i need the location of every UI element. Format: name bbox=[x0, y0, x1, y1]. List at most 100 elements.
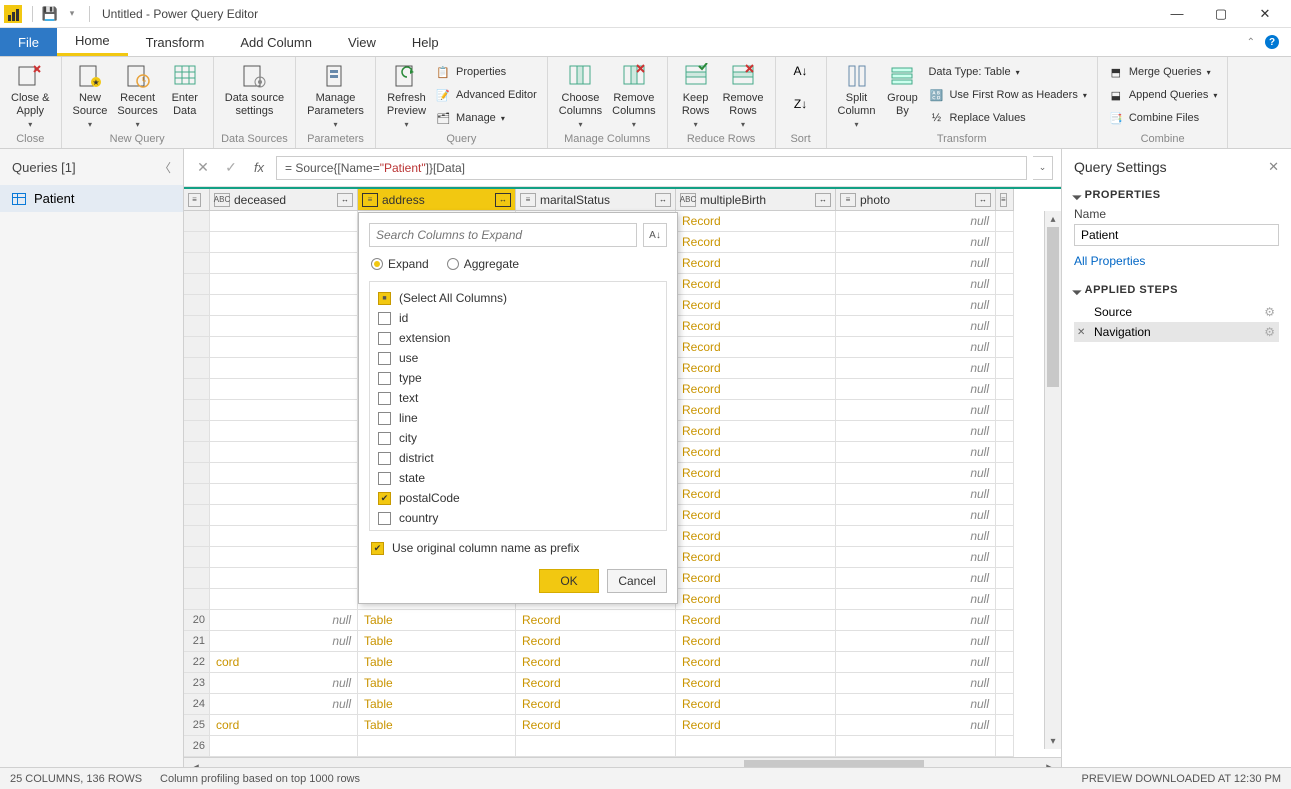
delete-step-icon[interactable]: ✕ bbox=[1077, 327, 1085, 338]
checkbox-city[interactable]: city bbox=[372, 428, 664, 448]
table-row[interactable]: 22cordTableRecordRecordnull bbox=[184, 652, 1061, 673]
expand-search-input[interactable] bbox=[369, 223, 637, 247]
split-column-button[interactable]: Split Column▾ bbox=[833, 59, 881, 129]
sort-desc-button[interactable]: Z↓ bbox=[782, 92, 820, 113]
column-header-deceased[interactable]: ABCdeceased↔ bbox=[210, 189, 358, 211]
collapse-queries-icon[interactable]: 〈 bbox=[159, 159, 171, 176]
radio-expand[interactable]: Expand bbox=[371, 257, 429, 271]
properties-section[interactable]: PROPERTIES bbox=[1074, 189, 1279, 201]
close-button[interactable]: ✕ bbox=[1243, 0, 1287, 28]
checkbox-district[interactable]: district bbox=[372, 448, 664, 468]
gear-icon[interactable]: ⚙ bbox=[1264, 325, 1275, 339]
checkbox-use[interactable]: use bbox=[372, 348, 664, 368]
checkbox-extension[interactable]: extension bbox=[372, 328, 664, 348]
formula-cancel-icon[interactable]: ✕ bbox=[192, 157, 214, 179]
table-row[interactable]: 23nullTableRecordRecordnull bbox=[184, 673, 1061, 694]
cancel-button[interactable]: Cancel bbox=[607, 569, 667, 593]
table-row[interactable]: 25cordTableRecordRecordnull bbox=[184, 715, 1061, 736]
applied-steps-section[interactable]: APPLIED STEPS bbox=[1074, 284, 1279, 296]
group-by-button[interactable]: Group By bbox=[880, 59, 924, 118]
enter-data-button[interactable]: Enter Data bbox=[163, 59, 207, 118]
expand-icon[interactable]: ↔ bbox=[975, 193, 991, 207]
data-source-settings-button[interactable]: Data source settings bbox=[220, 59, 289, 118]
quick-access-toolbar: 💾 ▾ bbox=[28, 5, 94, 23]
fx-icon[interactable]: fx bbox=[248, 157, 270, 179]
checkbox-state[interactable]: state bbox=[372, 468, 664, 488]
first-row-headers-button[interactable]: 🔠Use First Row as Headers ▾ bbox=[928, 85, 1086, 105]
expand-columns-popup: A↓ Expand Aggregate (Select All Columns)… bbox=[358, 212, 678, 604]
gear-icon[interactable]: ⚙ bbox=[1264, 305, 1275, 319]
tab-add-column[interactable]: Add Column bbox=[222, 28, 330, 56]
table-row[interactable]: 20nullTableRecordRecordnull bbox=[184, 610, 1061, 631]
keep-rows-button[interactable]: Keep Rows▾ bbox=[674, 59, 718, 129]
sort-columns-icon[interactable]: A↓ bbox=[643, 223, 667, 247]
expand-icon[interactable]: ↔ bbox=[655, 193, 671, 207]
sort-asc-button[interactable]: A↓ bbox=[782, 59, 820, 80]
append-queries-button[interactable]: ⬓Append Queries ▾ bbox=[1108, 85, 1218, 105]
formula-confirm-icon[interactable]: ✓ bbox=[220, 157, 242, 179]
checkbox-type[interactable]: type bbox=[372, 368, 664, 388]
expand-icon[interactable]: ↔ bbox=[337, 193, 353, 207]
query-item-patient[interactable]: Patient bbox=[0, 185, 183, 212]
checkbox-text[interactable]: text bbox=[372, 388, 664, 408]
new-source-button[interactable]: ★New Source▾ bbox=[68, 59, 113, 129]
table-row[interactable]: 24nullTableRecordRecordnull bbox=[184, 694, 1061, 715]
tab-transform[interactable]: Transform bbox=[128, 28, 223, 56]
tab-file[interactable]: File bbox=[0, 28, 57, 56]
recent-sources-button[interactable]: Recent Sources▾ bbox=[112, 59, 162, 129]
manage-parameters-button[interactable]: Manage Parameters▾ bbox=[302, 59, 369, 129]
manage-button[interactable]: 🗂Manage ▾ bbox=[435, 108, 537, 128]
replace-values-button[interactable]: ½Replace Values bbox=[928, 108, 1086, 128]
expand-icon[interactable]: ↔ bbox=[815, 193, 831, 207]
collapse-ribbon-icon[interactable]: ⌃ bbox=[1247, 37, 1255, 48]
merge-queries-button[interactable]: ⬒Merge Queries ▾ bbox=[1108, 62, 1218, 82]
data-type-button[interactable]: Data Type: Table ▾ bbox=[928, 62, 1086, 82]
checkbox-period[interactable]: period bbox=[372, 528, 664, 531]
remove-rows-button[interactable]: Remove Rows▾ bbox=[718, 59, 769, 129]
checkbox-country[interactable]: country bbox=[372, 508, 664, 528]
ok-button[interactable]: OK bbox=[539, 569, 599, 593]
column-header-photo[interactable]: ≡photo↔ bbox=[836, 189, 996, 211]
checkbox-id[interactable]: id bbox=[372, 308, 664, 328]
close-settings-icon[interactable]: ✕ bbox=[1268, 159, 1279, 175]
table-row[interactable]: 26 bbox=[184, 736, 1061, 757]
vertical-scrollbar[interactable]: ▴ ▾ bbox=[1044, 211, 1061, 749]
advanced-editor-button[interactable]: 📝Advanced Editor bbox=[435, 85, 537, 105]
step-navigation[interactable]: ✕Navigation⚙ bbox=[1074, 322, 1279, 342]
all-properties-link[interactable]: All Properties bbox=[1074, 254, 1279, 268]
minimize-button[interactable]: — bbox=[1155, 0, 1199, 28]
save-icon[interactable]: 💾 bbox=[41, 5, 59, 23]
tab-home[interactable]: Home bbox=[57, 28, 128, 56]
refresh-preview-button[interactable]: Refresh Preview▾ bbox=[382, 59, 431, 129]
query-item-label: Patient bbox=[34, 191, 74, 206]
expand-column-icon[interactable]: ↔ bbox=[495, 193, 511, 207]
remove-columns-button[interactable]: Remove Columns▾ bbox=[607, 59, 660, 129]
radio-aggregate[interactable]: Aggregate bbox=[447, 257, 519, 271]
column-header-address[interactable]: ≡address↔ A↓ Expand Aggregate (Select Al… bbox=[358, 189, 516, 211]
prefix-checkbox[interactable] bbox=[371, 542, 384, 555]
row-num-header[interactable]: ≡ bbox=[184, 189, 210, 211]
column-header-next[interactable]: ≡ bbox=[996, 189, 1014, 211]
step-source[interactable]: Source⚙ bbox=[1074, 302, 1279, 322]
properties-button[interactable]: 📋Properties bbox=[435, 62, 537, 82]
tab-view[interactable]: View bbox=[330, 28, 394, 56]
window-controls: — ▢ ✕ bbox=[1155, 0, 1287, 28]
column-header-multiplebirth[interactable]: ABCmultipleBirth↔ bbox=[676, 189, 836, 211]
checkbox-postalCode[interactable]: postalCode bbox=[372, 488, 664, 508]
tab-help[interactable]: Help bbox=[394, 28, 457, 56]
table-row[interactable]: 21nullTableRecordRecordnull bbox=[184, 631, 1061, 652]
horizontal-scrollbar[interactable]: ◂ ▸ bbox=[184, 757, 1061, 767]
query-name-input[interactable] bbox=[1074, 224, 1279, 246]
qat-dropdown-icon[interactable]: ▾ bbox=[63, 5, 81, 23]
choose-columns-button[interactable]: Choose Columns▾ bbox=[554, 59, 607, 129]
close-apply-button[interactable]: Close & Apply▾ bbox=[6, 59, 55, 129]
select-all-checkbox[interactable]: (Select All Columns) bbox=[372, 288, 664, 308]
checkbox-line[interactable]: line bbox=[372, 408, 664, 428]
column-header-marital[interactable]: ≡maritalStatus↔ bbox=[516, 189, 676, 211]
formula-expand-icon[interactable]: ⌄ bbox=[1033, 156, 1053, 180]
maximize-button[interactable]: ▢ bbox=[1199, 0, 1243, 28]
combine-files-button[interactable]: 📑Combine Files bbox=[1108, 108, 1218, 128]
formula-input[interactable]: = Source{[Name="Patient"]}[Data] bbox=[276, 156, 1027, 180]
formula-bar: ✕ ✓ fx = Source{[Name="Patient"]}[Data] … bbox=[184, 149, 1061, 187]
help-icon[interactable]: ? bbox=[1265, 35, 1279, 49]
